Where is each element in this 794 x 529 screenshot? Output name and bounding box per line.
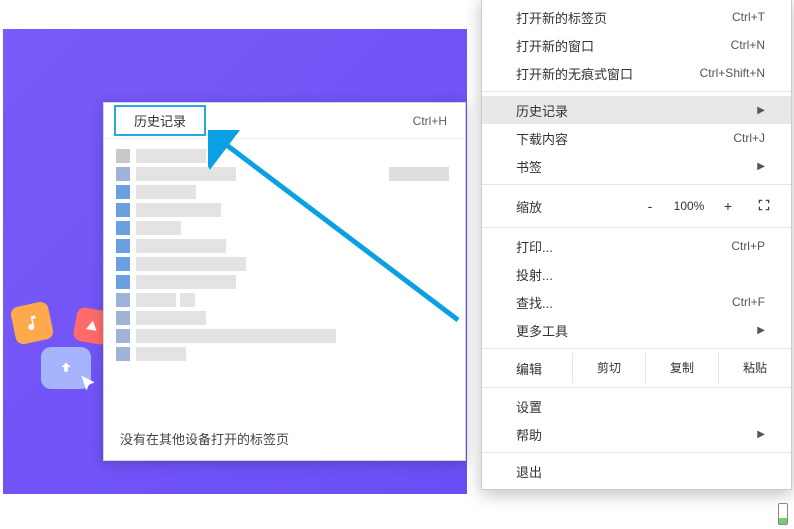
menu-label: 设置 xyxy=(516,397,542,416)
menu-label: 下载内容 xyxy=(516,129,568,148)
menu-more-tools[interactable]: 更多工具 ▶ xyxy=(482,316,791,344)
music-icon xyxy=(9,300,54,345)
menu-downloads[interactable]: 下载内容 Ctrl+J xyxy=(482,124,791,152)
chevron-right-icon: ▶ xyxy=(757,429,765,440)
zoom-out-button[interactable]: - xyxy=(635,195,665,217)
menu-new-incognito[interactable]: 打开新的无痕式窗口 Ctrl+Shift+N xyxy=(482,59,791,87)
chevron-right-icon: ▶ xyxy=(757,161,765,172)
browser-main-menu: 打开新的标签页 Ctrl+T 打开新的窗口 Ctrl+N 打开新的无痕式窗口 C… xyxy=(481,0,792,490)
menu-help[interactable]: 帮助 ▶ xyxy=(482,420,791,448)
edit-label: 编辑 xyxy=(516,359,572,378)
zoom-label: 缩放 xyxy=(516,197,542,216)
fullscreen-button[interactable] xyxy=(751,198,777,215)
menu-history[interactable]: 历史记录 ▶ xyxy=(482,96,791,124)
shortcut-text: Ctrl+T xyxy=(732,10,765,24)
submenu-header: 历史记录 Ctrl+H xyxy=(104,103,465,139)
menu-cast[interactable]: 投射... xyxy=(482,260,791,288)
battery-icon xyxy=(778,503,788,525)
menu-label: 历史记录 xyxy=(516,101,568,120)
shortcut-text: Ctrl+F xyxy=(732,295,765,309)
zoom-in-button[interactable]: + xyxy=(713,195,743,217)
history-menu-item[interactable]: 历史记录 xyxy=(114,105,206,136)
menu-label: 更多工具 xyxy=(516,321,568,340)
copy-button[interactable]: 复制 xyxy=(645,353,718,383)
shortcut-text: Ctrl+Shift+N xyxy=(700,66,765,80)
shortcut-text: Ctrl+P xyxy=(731,239,765,253)
cursor-icon xyxy=(78,374,98,399)
shortcut-text: Ctrl+J xyxy=(733,131,765,145)
menu-new-window[interactable]: 打开新的窗口 Ctrl+N xyxy=(482,31,791,59)
menu-label: 打开新的窗口 xyxy=(516,36,594,55)
menu-label: 打开新的无痕式窗口 xyxy=(516,64,633,83)
history-submenu-panel: 历史记录 Ctrl+H 没有在其他设备打开的标签页 xyxy=(103,102,466,461)
menu-exit[interactable]: 退出 xyxy=(482,457,791,485)
history-shortcut: Ctrl+H xyxy=(413,114,447,128)
menu-label: 帮助 xyxy=(516,425,542,444)
menu-label: 退出 xyxy=(516,462,542,481)
menu-settings[interactable]: 设置 xyxy=(482,392,791,420)
menu-find[interactable]: 查找... Ctrl+F xyxy=(482,288,791,316)
shortcut-text: Ctrl+N xyxy=(731,38,765,52)
menu-bookmarks[interactable]: 书签 ▶ xyxy=(482,152,791,180)
menu-new-tab[interactable]: 打开新的标签页 Ctrl+T xyxy=(482,3,791,31)
no-tabs-other-devices: 没有在其他设备打开的标签页 xyxy=(104,417,465,460)
menu-label: 书签 xyxy=(516,157,542,176)
menu-edit-row: 编辑 剪切 复制 粘贴 xyxy=(482,353,791,383)
menu-label: 投射... xyxy=(516,265,553,284)
menu-print[interactable]: 打印... Ctrl+P xyxy=(482,232,791,260)
zoom-percent: 100% xyxy=(665,199,713,213)
menu-zoom-row: 缩放 - 100% + xyxy=(482,189,791,223)
menu-label: 打开新的标签页 xyxy=(516,8,607,27)
history-list-blurred xyxy=(104,139,465,417)
cut-button[interactable]: 剪切 xyxy=(572,353,645,383)
chevron-right-icon: ▶ xyxy=(757,325,765,336)
paste-button[interactable]: 粘贴 xyxy=(718,353,791,383)
chevron-right-icon: ▶ xyxy=(757,105,765,116)
menu-label: 打印... xyxy=(516,237,553,256)
menu-label: 查找... xyxy=(516,293,553,312)
